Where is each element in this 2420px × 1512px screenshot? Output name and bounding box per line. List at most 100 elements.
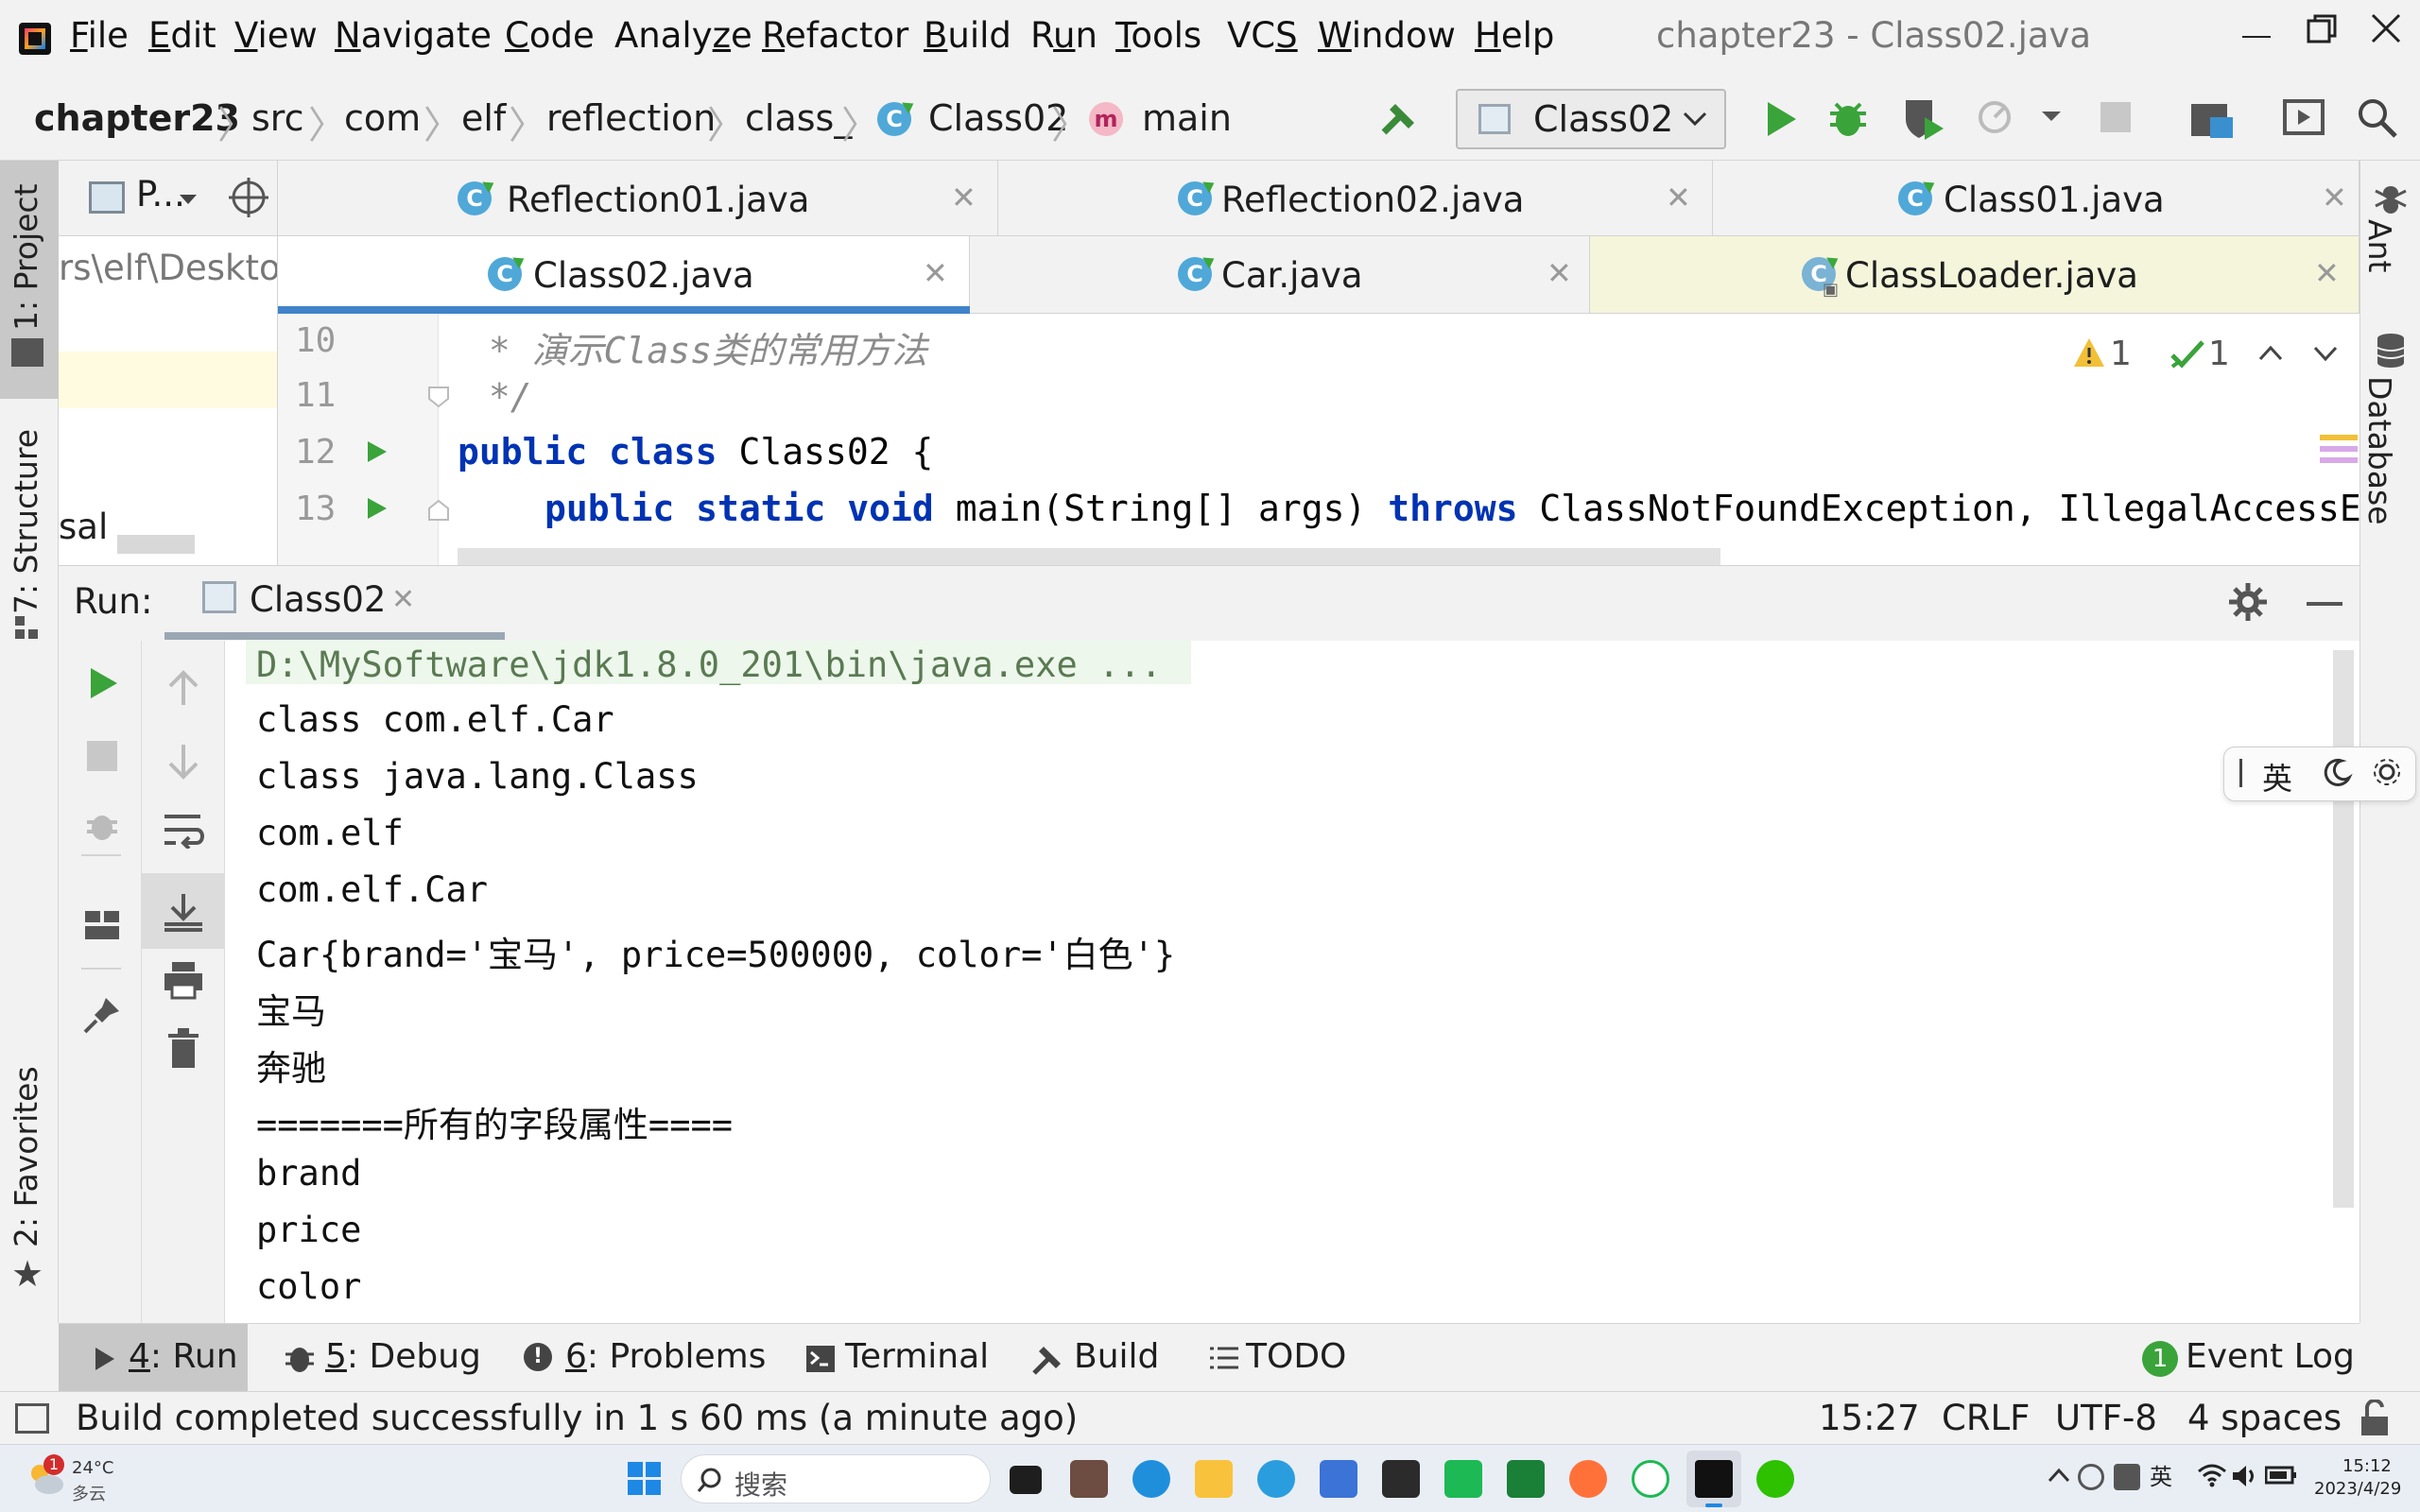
tab-class02[interactable]: C Class02.java ✕ xyxy=(278,236,970,314)
tray-app-icon[interactable] xyxy=(2114,1464,2140,1490)
structure-tool-label[interactable]: 7: Structure xyxy=(8,429,44,614)
gear-icon[interactable] xyxy=(2372,757,2402,787)
menu-navigate[interactable]: Navigate xyxy=(335,15,492,56)
unlock-icon[interactable] xyxy=(2358,1400,2392,1437)
favorites-tool-label[interactable]: 2: Favorites xyxy=(8,1066,44,1247)
presentation-icon[interactable] xyxy=(2282,98,2325,136)
minimize-icon[interactable] xyxy=(2242,36,2271,38)
app-icon-green[interactable] xyxy=(1444,1460,1482,1498)
close-tab-icon[interactable]: ✕ xyxy=(2322,180,2347,215)
breadcrumb-main[interactable]: main xyxy=(1142,97,1232,139)
console-vertical-scrollbar[interactable] xyxy=(2333,650,2354,1208)
tab-car[interactable]: C Car.java ✕ xyxy=(970,236,1590,314)
code-editor[interactable]: 10 11 12 13 * 演示Class类的常用方法 */ public cl… xyxy=(278,314,2360,565)
menu-help[interactable]: Help xyxy=(1475,15,1554,56)
editor-horizontal-scrollbar[interactable] xyxy=(458,548,1720,565)
intellij-taskbar-button[interactable] xyxy=(1686,1451,1741,1507)
breadcrumb-elf[interactable]: elf xyxy=(461,97,506,139)
build-hammer-icon[interactable] xyxy=(1376,96,1422,142)
tab-class01[interactable]: C Class01.java ✕ xyxy=(1713,161,2360,236)
tab-problems-label[interactable]: 6: Problems xyxy=(565,1337,766,1376)
tray-expand-icon[interactable] xyxy=(2048,1466,2070,1485)
status-message[interactable]: Build completed successfully in 1 s 60 m… xyxy=(76,1398,1078,1438)
search-everywhere-icon[interactable] xyxy=(2356,96,2399,140)
inspection-widget[interactable]: 1 1 xyxy=(2072,333,2356,380)
stop-icon[interactable] xyxy=(2100,102,2131,132)
app-icon-circle[interactable] xyxy=(1632,1460,1669,1498)
menu-window[interactable]: Window xyxy=(1318,15,1456,56)
chevron-down-icon[interactable] xyxy=(178,193,199,208)
file-explorer-icon[interactable] xyxy=(1195,1460,1233,1498)
indent-setting[interactable]: 4 spaces xyxy=(2187,1398,2342,1438)
fold-icon[interactable] xyxy=(427,386,450,408)
tab-classloader[interactable]: C ▣ ClassLoader.java ✕ xyxy=(1590,236,2360,314)
run-gutter-icon[interactable] xyxy=(365,495,389,522)
moon-icon[interactable] xyxy=(2323,757,2353,787)
up-arrow-icon[interactable] xyxy=(166,669,200,707)
fold-icon[interactable] xyxy=(427,499,450,522)
horizontal-scrollbar[interactable] xyxy=(117,535,195,554)
firefox-icon[interactable] xyxy=(1569,1460,1607,1498)
task-view-icon[interactable] xyxy=(1010,1466,1042,1494)
stop-icon[interactable] xyxy=(87,741,117,771)
project-tool-label[interactable]: 1: Project xyxy=(8,183,44,331)
soft-wrap-icon[interactable] xyxy=(163,811,204,849)
pin-icon[interactable] xyxy=(81,994,123,1036)
project-path-fragment[interactable]: rs\elf\Desktop xyxy=(59,248,277,288)
coverage-icon[interactable] xyxy=(1900,94,1947,142)
volume-icon[interactable] xyxy=(2231,1464,2259,1488)
tab-todo-label[interactable]: TODO xyxy=(1246,1337,1346,1376)
print-icon[interactable] xyxy=(163,960,204,1002)
file-encoding[interactable]: UTF-8 xyxy=(2055,1398,2157,1438)
clock-date[interactable]: 2023/4/29 xyxy=(2314,1479,2401,1499)
ime-handle[interactable] xyxy=(2239,759,2242,787)
close-tab-icon[interactable]: ✕ xyxy=(2314,255,2340,291)
wechat-icon[interactable] xyxy=(1756,1460,1794,1498)
menu-code[interactable]: Code xyxy=(505,15,595,56)
maximize-icon[interactable] xyxy=(2307,13,2339,45)
edge-browser-icon[interactable] xyxy=(1132,1460,1170,1498)
menu-build[interactable]: Build xyxy=(924,15,1011,56)
run-config-selector[interactable]: Class02 xyxy=(1456,89,1726,149)
menu-tools[interactable]: Tools xyxy=(1115,15,1201,56)
app-icon-archive[interactable] xyxy=(1070,1460,1108,1498)
taskbar-search-box[interactable]: 搜索 xyxy=(681,1454,991,1503)
breadcrumb-src[interactable]: src xyxy=(251,97,303,139)
line-separator[interactable]: CRLF xyxy=(1942,1398,2030,1438)
trash-icon[interactable] xyxy=(166,1028,200,1070)
breadcrumb-class02[interactable]: Class02 xyxy=(928,97,1068,139)
breadcrumb-project[interactable]: chapter23 xyxy=(34,97,240,139)
menu-file[interactable]: File xyxy=(70,15,129,56)
caret-position[interactable]: 15:27 xyxy=(1819,1398,1920,1438)
database-tool-label[interactable]: Database xyxy=(2361,376,2398,524)
menu-view[interactable]: View xyxy=(234,15,318,56)
battery-icon[interactable] xyxy=(2265,1464,2297,1486)
wifi-icon[interactable] xyxy=(2197,1462,2227,1488)
close-tab-icon[interactable]: ✕ xyxy=(923,255,948,291)
windows-start-icon[interactable] xyxy=(628,1462,662,1496)
menu-vcs[interactable]: VCS xyxy=(1227,15,1298,56)
menu-refactor[interactable]: Refactor xyxy=(762,15,908,56)
debug-icon[interactable] xyxy=(1826,96,1870,140)
tab-reflection01[interactable]: C Reflection01.java ✕ xyxy=(278,161,998,236)
app-icon-dark[interactable] xyxy=(1382,1460,1420,1498)
close-tab-icon[interactable]: ✕ xyxy=(1547,255,1572,291)
menu-run[interactable]: Run xyxy=(1030,15,1098,56)
run-console[interactable]: D:\MySoftware\jdk1.8.0_201\bin\java.exe … xyxy=(225,641,2360,1323)
ime-language-toggle[interactable]: 英 xyxy=(2262,755,2292,799)
close-tab-icon[interactable]: ✕ xyxy=(1666,180,1691,215)
tab-reflection02[interactable]: C Reflection02.java ✕ xyxy=(998,161,1713,236)
minimize-panel-icon[interactable] xyxy=(2307,602,2342,606)
close-tab-icon[interactable]: ✕ xyxy=(951,180,977,215)
breadcrumb-reflection[interactable]: reflection xyxy=(546,97,716,139)
sync-icon[interactable] xyxy=(2078,1464,2104,1490)
xbox-icon[interactable] xyxy=(1507,1460,1545,1498)
tree-row-fragment[interactable]: sal xyxy=(59,507,108,547)
previous-highlight-icon[interactable] xyxy=(2257,342,2284,365)
breadcrumb-class-pkg[interactable]: class_ xyxy=(745,97,852,139)
profile-icon[interactable] xyxy=(1976,96,2019,140)
restore-breakpoints-icon[interactable] xyxy=(83,805,123,845)
tab-event-log-label[interactable]: Event Log xyxy=(2186,1337,2355,1376)
breadcrumb-com[interactable]: com xyxy=(344,97,421,139)
tab-debug-label[interactable]: 5: Debug xyxy=(325,1337,481,1376)
